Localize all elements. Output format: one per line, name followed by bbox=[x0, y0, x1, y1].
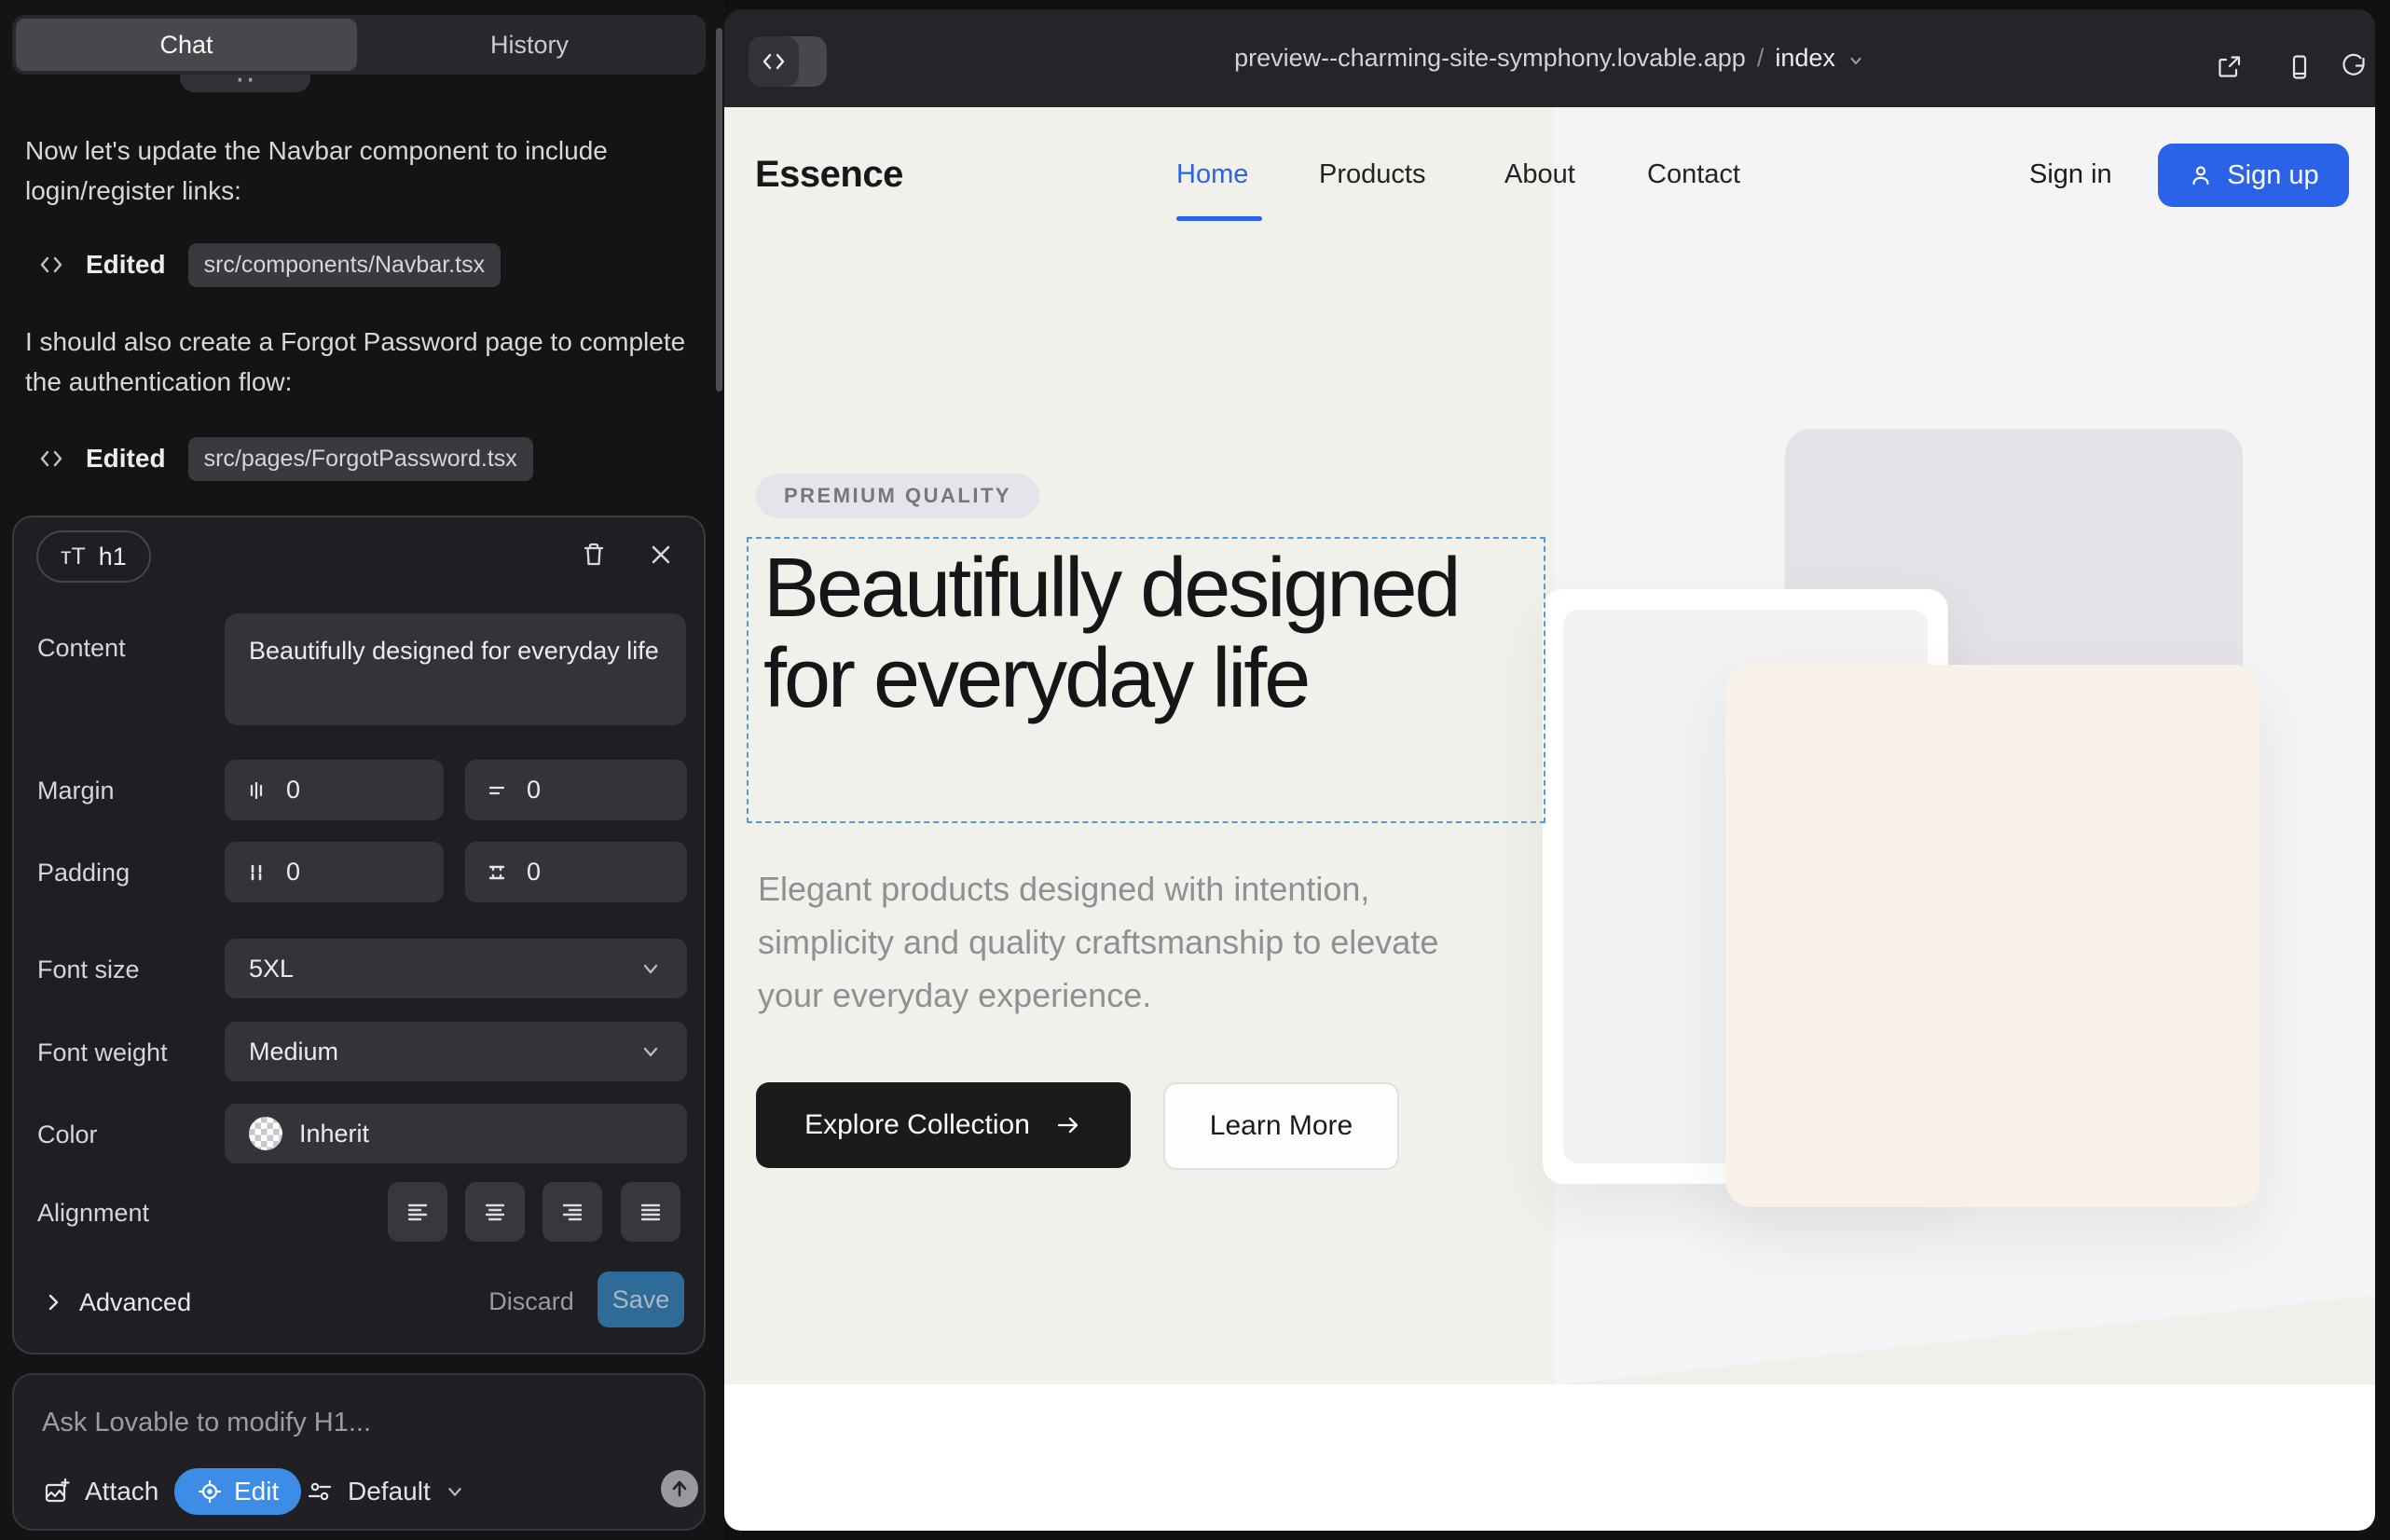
target-icon bbox=[197, 1478, 223, 1505]
arrow-up-icon bbox=[668, 1478, 691, 1500]
margin-horizontal-icon bbox=[243, 777, 269, 804]
tab-chat[interactable]: Chat bbox=[16, 19, 357, 71]
margin-y-input[interactable]: 0 bbox=[465, 760, 687, 820]
sign-in-link[interactable]: Sign in bbox=[2029, 159, 2112, 190]
tab-history[interactable]: History bbox=[357, 19, 702, 71]
content-label: Content bbox=[37, 634, 126, 663]
sidebar-scrollbar[interactable] bbox=[716, 28, 722, 392]
assistant-message: Now let's update the Navbar component to… bbox=[25, 131, 691, 211]
trash-icon bbox=[579, 540, 609, 570]
align-left-button[interactable] bbox=[388, 1182, 447, 1242]
assistant-message: I should also create a Forgot Password p… bbox=[25, 322, 691, 402]
font-size-select[interactable]: 5XL bbox=[225, 939, 687, 998]
send-button[interactable] bbox=[661, 1470, 698, 1507]
chat-history-tabbar: Chat History bbox=[12, 15, 706, 75]
mode-selector[interactable]: Default bbox=[305, 1468, 466, 1515]
font-size-label: Font size bbox=[37, 956, 140, 984]
refresh-icon bbox=[2339, 52, 2369, 82]
learn-more-button[interactable]: Learn More bbox=[1163, 1082, 1399, 1170]
close-inspector-button[interactable] bbox=[640, 534, 681, 575]
align-left-icon bbox=[404, 1198, 432, 1226]
code-icon bbox=[37, 251, 65, 279]
align-right-button[interactable] bbox=[543, 1182, 602, 1242]
nav-link-contact[interactable]: Contact bbox=[1647, 159, 1740, 190]
sign-up-button[interactable]: Sign up bbox=[2158, 144, 2349, 207]
active-nav-underline bbox=[1176, 216, 1262, 221]
chat-sidebar: ·· Chat History Now let's update the Nav… bbox=[0, 0, 724, 1540]
path-separator: / bbox=[1757, 44, 1765, 73]
address-bar[interactable]: preview--charming-site-symphony.lovable.… bbox=[724, 9, 2375, 107]
padding-vertical-icon bbox=[484, 859, 510, 886]
nav-link-about[interactable]: About bbox=[1504, 159, 1575, 190]
chevron-down-icon bbox=[444, 1480, 466, 1503]
open-in-new-tab-button[interactable] bbox=[2208, 47, 2249, 88]
arrow-right-icon bbox=[1054, 1111, 1082, 1139]
typography-icon: тT bbox=[61, 543, 86, 571]
site-canvas: Essence Home Products About Contact Sign… bbox=[724, 107, 2375, 1531]
hero-badge: PREMIUM QUALITY bbox=[756, 474, 1039, 518]
attach-image-icon bbox=[42, 1477, 72, 1506]
mobile-preview-button[interactable] bbox=[2279, 47, 2320, 88]
margin-label: Margin bbox=[37, 777, 115, 805]
edited-file-row[interactable]: Edited src/pages/ForgotPassword.tsx bbox=[37, 436, 533, 481]
content-input[interactable]: Beautifully designed for everyday life bbox=[225, 613, 686, 725]
preview-page: index bbox=[1775, 44, 1835, 73]
sliders-icon bbox=[305, 1477, 335, 1506]
delete-element-button[interactable] bbox=[573, 534, 614, 575]
external-link-icon bbox=[2214, 52, 2244, 82]
element-inspector-panel: тT h1 Content Beautifully designed for e… bbox=[12, 516, 706, 1354]
color-select[interactable]: Inherit bbox=[225, 1104, 687, 1163]
file-chip[interactable]: src/components/Navbar.tsx bbox=[188, 243, 501, 287]
edit-mode-button[interactable]: Edit bbox=[174, 1468, 301, 1515]
user-icon bbox=[2188, 162, 2214, 188]
prompt-input[interactable] bbox=[42, 1399, 657, 1446]
chevron-down-icon bbox=[639, 1039, 663, 1064]
font-weight-label: Font weight bbox=[37, 1038, 168, 1067]
preview-domain: preview--charming-site-symphony.lovable.… bbox=[1234, 44, 1746, 73]
edited-label: Edited bbox=[86, 250, 166, 280]
next-section-band bbox=[724, 1384, 2375, 1531]
padding-x-input[interactable]: 0 bbox=[225, 842, 444, 902]
code-icon bbox=[37, 445, 65, 473]
margin-vertical-icon bbox=[484, 777, 510, 804]
chevron-down-icon bbox=[639, 956, 663, 981]
close-icon bbox=[647, 541, 675, 569]
selected-element-chip[interactable]: тT h1 bbox=[36, 530, 151, 583]
padding-horizontal-icon bbox=[243, 859, 269, 886]
chevron-right-icon bbox=[42, 1291, 64, 1313]
decorative-card-beige bbox=[1725, 665, 2260, 1207]
save-button[interactable]: Save bbox=[598, 1272, 684, 1327]
attach-button[interactable]: Attach bbox=[42, 1468, 158, 1515]
alignment-label: Alignment bbox=[37, 1199, 149, 1228]
edited-label: Edited bbox=[86, 444, 166, 474]
align-center-button[interactable] bbox=[465, 1182, 525, 1242]
align-justify-button[interactable] bbox=[621, 1182, 680, 1242]
edited-file-row[interactable]: Edited src/components/Navbar.tsx bbox=[37, 242, 501, 287]
align-right-icon bbox=[558, 1198, 586, 1226]
advanced-toggle[interactable]: Advanced bbox=[42, 1274, 191, 1330]
discard-button[interactable]: Discard bbox=[480, 1274, 583, 1329]
font-weight-select[interactable]: Medium bbox=[225, 1022, 687, 1081]
align-justify-icon bbox=[637, 1198, 665, 1226]
transparency-swatch-icon bbox=[249, 1117, 282, 1150]
nav-link-home[interactable]: Home bbox=[1176, 159, 1248, 190]
preview-browser-frame: preview--charming-site-symphony.lovable.… bbox=[724, 9, 2375, 1531]
site-logo[interactable]: Essence bbox=[755, 154, 903, 196]
refresh-button[interactable] bbox=[2333, 47, 2374, 88]
padding-label: Padding bbox=[37, 859, 130, 887]
padding-y-input[interactable]: 0 bbox=[465, 842, 687, 902]
align-center-icon bbox=[481, 1198, 509, 1226]
chevron-down-icon bbox=[1847, 51, 1865, 70]
nav-link-products[interactable]: Products bbox=[1319, 159, 1425, 190]
phone-icon bbox=[2285, 52, 2314, 82]
margin-x-input[interactable]: 0 bbox=[225, 760, 444, 820]
prompt-composer: Attach Edit Default bbox=[12, 1373, 706, 1531]
element-tag: h1 bbox=[99, 543, 127, 571]
explore-collection-button[interactable]: Explore Collection bbox=[756, 1082, 1131, 1168]
color-label: Color bbox=[37, 1121, 98, 1149]
hero-description: Elegant products designed with intention… bbox=[758, 862, 1513, 1022]
hero-headline[interactable]: Beautifully designed for everyday life bbox=[763, 543, 1509, 724]
file-chip[interactable]: src/pages/ForgotPassword.tsx bbox=[188, 437, 533, 481]
